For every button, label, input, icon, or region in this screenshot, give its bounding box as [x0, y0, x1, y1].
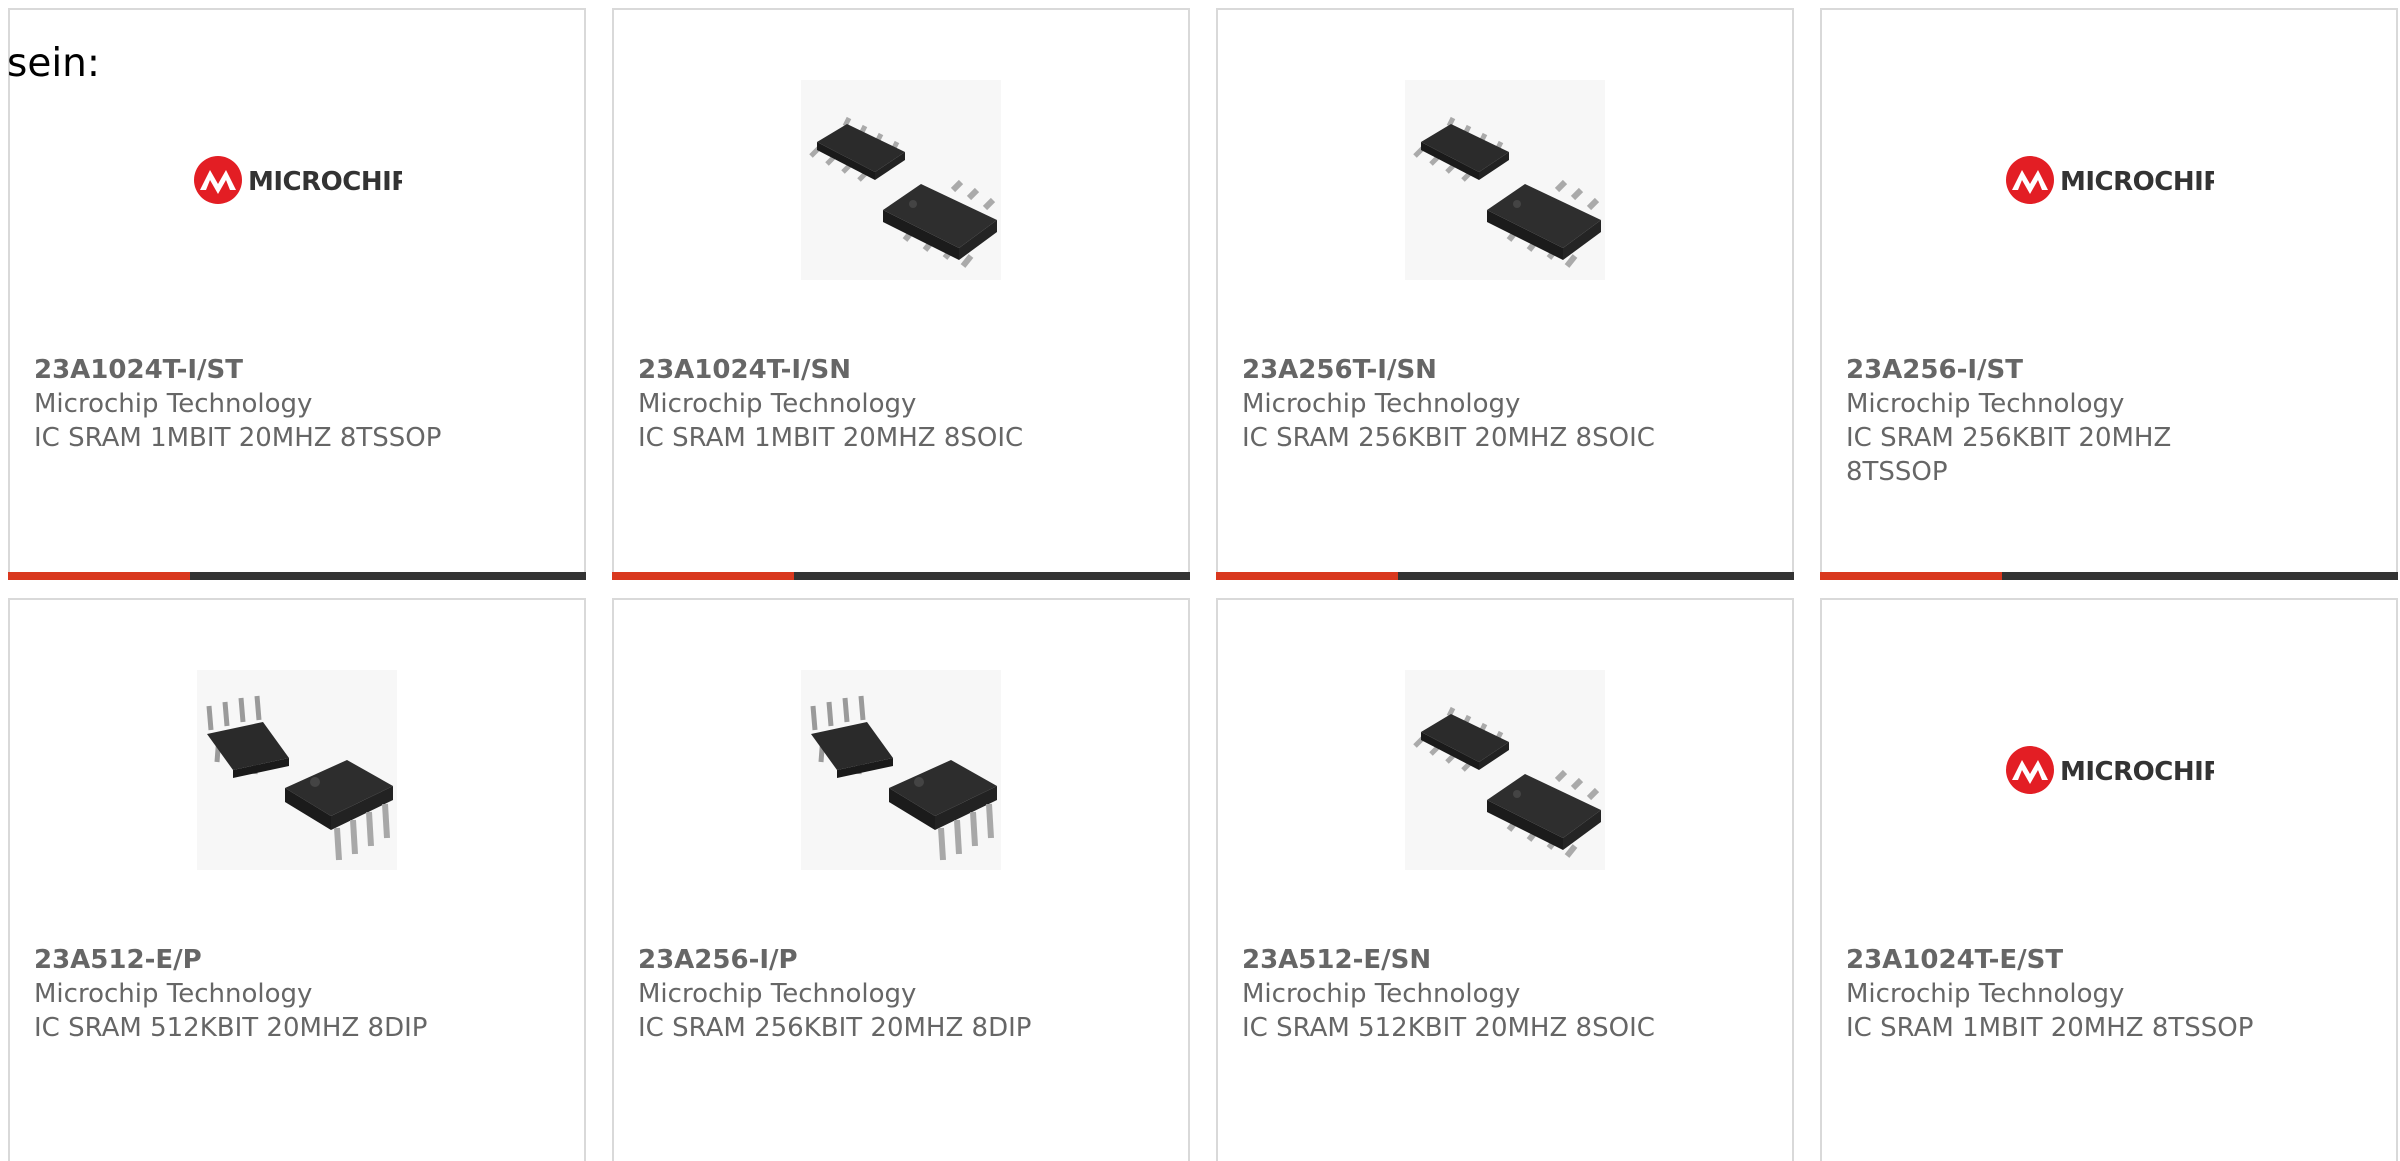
product-card[interactable]: 23A256T-I/SN Microchip Technology IC SRA… [1216, 8, 1794, 580]
card-bar-accent [1216, 572, 1398, 580]
product-card[interactable]: 23A512-E/SN Microchip Technology IC SRAM… [1216, 598, 1794, 1161]
product-card[interactable]: MICROCHIP 23A256-I/ST Microchip Technolo… [1820, 8, 2398, 580]
product-image: MICROCHIP [2006, 80, 2214, 280]
manufacturer-label: Microchip Technology [34, 389, 313, 419]
product-image [1405, 80, 1605, 280]
page: sein: MICROCHIP 23A1024T-I/ST Microchip … [0, 0, 2400, 1161]
dip-chip-icon [801, 670, 1001, 870]
product-image: MICROCHIP [194, 80, 402, 280]
microchip-logo-icon: MICROCHIP [2004, 154, 2214, 206]
product-info: 23A1024T-I/SN Microchip Technology IC SR… [638, 353, 1164, 455]
part-number-link[interactable]: 23A1024T-I/SN [638, 353, 1164, 387]
product-card[interactable]: 23A1024T-I/SN Microchip Technology IC SR… [612, 8, 1190, 580]
product-info: 23A512-E/P Microchip Technology IC SRAM … [34, 943, 560, 1045]
product-image [197, 670, 397, 870]
description-label: IC SRAM 1MBIT 20MHZ 8SOIC [638, 423, 1024, 453]
product-card[interactable]: MICROCHIP 23A1024T-I/ST Microchip Techno… [8, 8, 586, 580]
manufacturer-label: Microchip Technology [34, 979, 313, 1009]
product-info: 23A1024T-I/ST Microchip Technology IC SR… [34, 353, 560, 455]
card-bottom-bar [1216, 572, 1794, 580]
svg-text:MICROCHIP: MICROCHIP [2060, 167, 2214, 197]
description-label: IC SRAM 1MBIT 20MHZ 8TSSOP [34, 423, 442, 453]
part-number-link[interactable]: 23A512-E/SN [1242, 943, 1768, 977]
description-label: IC SRAM 512KBIT 20MHZ 8SOIC [1242, 1013, 1655, 1043]
description-label: IC SRAM 512KBIT 20MHZ 8DIP [34, 1013, 428, 1043]
card-bar-accent [612, 572, 794, 580]
product-card[interactable]: MICROCHIP 23A1024T-E/ST Microchip Techno… [1820, 598, 2398, 1161]
manufacturer-label: Microchip Technology [1846, 389, 2125, 419]
product-info: 23A256-I/P Microchip Technology IC SRAM … [638, 943, 1164, 1045]
product-info: 23A256-I/ST Microchip Technology IC SRAM… [1846, 353, 2372, 489]
soic-chip-icon [1405, 80, 1605, 280]
product-image [1405, 670, 1605, 870]
manufacturer-label: Microchip Technology [638, 389, 917, 419]
product-card[interactable]: 23A256-I/P Microchip Technology IC SRAM … [612, 598, 1190, 1161]
product-info: 23A512-E/SN Microchip Technology IC SRAM… [1242, 943, 1768, 1045]
part-number-link[interactable]: 23A256T-I/SN [1242, 353, 1768, 387]
svg-text:MICROCHIP: MICROCHIP [2060, 757, 2214, 787]
product-info: 23A256T-I/SN Microchip Technology IC SRA… [1242, 353, 1768, 455]
dip-chip-icon [197, 670, 397, 870]
product-info: 23A1024T-E/ST Microchip Technology IC SR… [1846, 943, 2372, 1045]
product-card[interactable]: 23A512-E/P Microchip Technology IC SRAM … [8, 598, 586, 1161]
soic-chip-icon [1405, 670, 1605, 870]
microchip-logo-icon: MICROCHIP [2004, 744, 2214, 796]
manufacturer-label: Microchip Technology [638, 979, 917, 1009]
part-number-link[interactable]: 23A1024T-I/ST [34, 353, 560, 387]
product-image [801, 670, 1001, 870]
card-bottom-bar [612, 572, 1190, 580]
manufacturer-label: Microchip Technology [1242, 979, 1521, 1009]
intro-text: sein: [7, 41, 101, 86]
description-label: IC SRAM 1MBIT 20MHZ 8TSSOP [1846, 1013, 2254, 1043]
description-label: IC SRAM 256KBIT 20MHZ 8SOIC [1242, 423, 1655, 453]
part-number-link[interactable]: 23A1024T-E/ST [1846, 943, 2372, 977]
svg-text:MICROCHIP: MICROCHIP [248, 167, 402, 197]
microchip-logo-icon: MICROCHIP [192, 154, 402, 206]
product-image [801, 80, 1001, 280]
description-label: IC SRAM 256KBIT 20MHZ 8DIP [638, 1013, 1032, 1043]
description-label: IC SRAM 256KBIT 20MHZ 8TSSOP [1846, 423, 2172, 487]
product-image: MICROCHIP [2006, 670, 2214, 870]
manufacturer-label: Microchip Technology [1242, 389, 1521, 419]
part-number-link[interactable]: 23A512-E/P [34, 943, 560, 977]
card-bottom-bar [1820, 572, 2398, 580]
part-number-link[interactable]: 23A256-I/P [638, 943, 1164, 977]
part-number-link[interactable]: 23A256-I/ST [1846, 353, 2372, 387]
manufacturer-label: Microchip Technology [1846, 979, 2125, 1009]
card-bar-accent [1820, 572, 2002, 580]
card-bottom-bar [8, 572, 586, 580]
soic-chip-icon [801, 80, 1001, 280]
card-bar-accent [8, 572, 190, 580]
